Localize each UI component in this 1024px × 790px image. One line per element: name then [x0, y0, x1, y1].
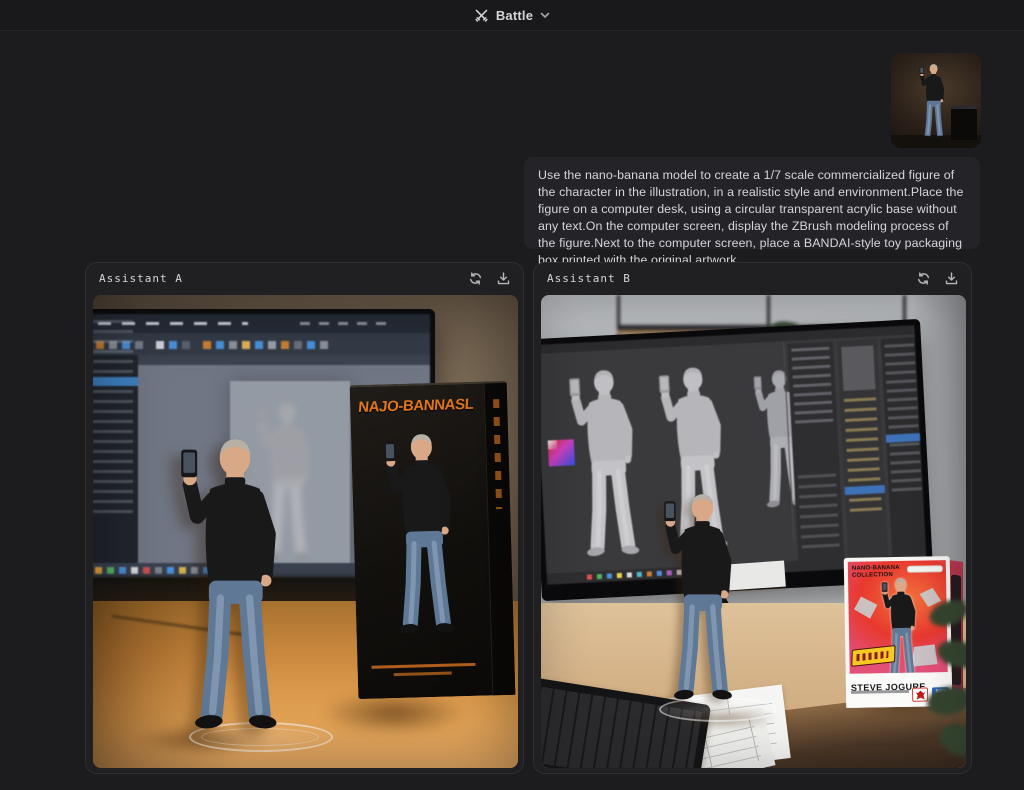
- box-b-phoenix-logo: [912, 687, 928, 701]
- zbrush-clay-figure-front: [562, 365, 656, 559]
- box-b-subtitle-line: [851, 690, 909, 694]
- assistant-a-header: Assistant A: [86, 263, 523, 293]
- box-a-artwork-figure: [377, 430, 473, 636]
- panel-rows: [844, 397, 882, 519]
- assistant-a-panel: Assistant A: [85, 262, 524, 774]
- box-a-title: NAJO-BANNASL: [358, 396, 481, 416]
- packaging-box-a: NAJO-BANNASL: [350, 381, 516, 699]
- zbrush-b-panel-tools: [787, 342, 844, 562]
- prompt-text: Use the nano-banana model to create a 1/…: [538, 167, 966, 268]
- generated-image-a[interactable]: NAJO-BANNASL: [93, 295, 518, 768]
- taskbar-a-icons: [95, 567, 102, 574]
- refresh-icon: [917, 272, 930, 285]
- assistant-b-panel: Assistant B: [533, 262, 972, 774]
- assistant-a-title: Assistant A: [99, 272, 469, 285]
- chevron-down-icon: [540, 12, 550, 19]
- box-b-polygon-shape: [853, 596, 878, 620]
- download-icon: [945, 272, 958, 285]
- zbrush-b-panel-layers: [881, 337, 927, 557]
- panel-rows: [791, 347, 833, 429]
- stage-podium: [951, 106, 977, 140]
- mode-label: Battle: [496, 8, 533, 23]
- download-button[interactable]: [497, 272, 510, 285]
- crossed-swords-icon: [474, 8, 489, 23]
- steve-jobs-photo-figure: [917, 63, 951, 140]
- prompt-panel: Use the nano-banana model to create a 1/…: [524, 157, 980, 249]
- box-b-side-silhouette: [951, 574, 961, 685]
- packaging-box-b: NANO-BANANA COLLECTION STEVE JOGURE BAN …: [844, 556, 953, 708]
- zbrush-left-panel-rows: [93, 320, 133, 520]
- battle-mode-switcher[interactable]: Battle: [474, 8, 550, 23]
- refresh-icon: [469, 272, 482, 285]
- input-image-thumbnail[interactable]: [891, 53, 981, 148]
- panel-rows: [884, 343, 922, 494]
- box-a-caption-line1: [371, 663, 475, 669]
- figurine-b: [657, 491, 750, 702]
- box-b-info-pill: [907, 565, 943, 573]
- model-thumbnail: [841, 345, 875, 391]
- assistant-b-header: Assistant B: [534, 263, 971, 293]
- zbrush-b-panel-subtools: [837, 339, 888, 559]
- zbrush-toolbar: [93, 333, 430, 355]
- box-a-caption-line2: [394, 672, 452, 677]
- assistant-b-title: Assistant B: [547, 272, 917, 285]
- color-picker-highlight: [548, 440, 557, 449]
- box-a-side-text: [493, 399, 502, 509]
- zbrush-selected-row: [93, 377, 138, 386]
- zbrush-menu-text-right: [300, 322, 390, 325]
- taskbar-b-icons: [587, 574, 592, 579]
- figurine-a: [171, 435, 302, 732]
- box-b-series-logo-text: [856, 651, 888, 661]
- download-icon: [497, 272, 510, 285]
- regenerate-button[interactable]: [917, 272, 930, 285]
- generated-image-b[interactable]: NANO-BANANA COLLECTION STEVE JOGURE BAN …: [541, 295, 966, 768]
- download-button[interactable]: [945, 272, 958, 285]
- page: Battle Use the nano-banana model to crea…: [0, 0, 1024, 790]
- regenerate-button[interactable]: [469, 272, 482, 285]
- zbrush-canvas-header: [138, 355, 430, 365]
- panel-rows: [798, 474, 840, 552]
- topbar: Battle: [0, 0, 1024, 31]
